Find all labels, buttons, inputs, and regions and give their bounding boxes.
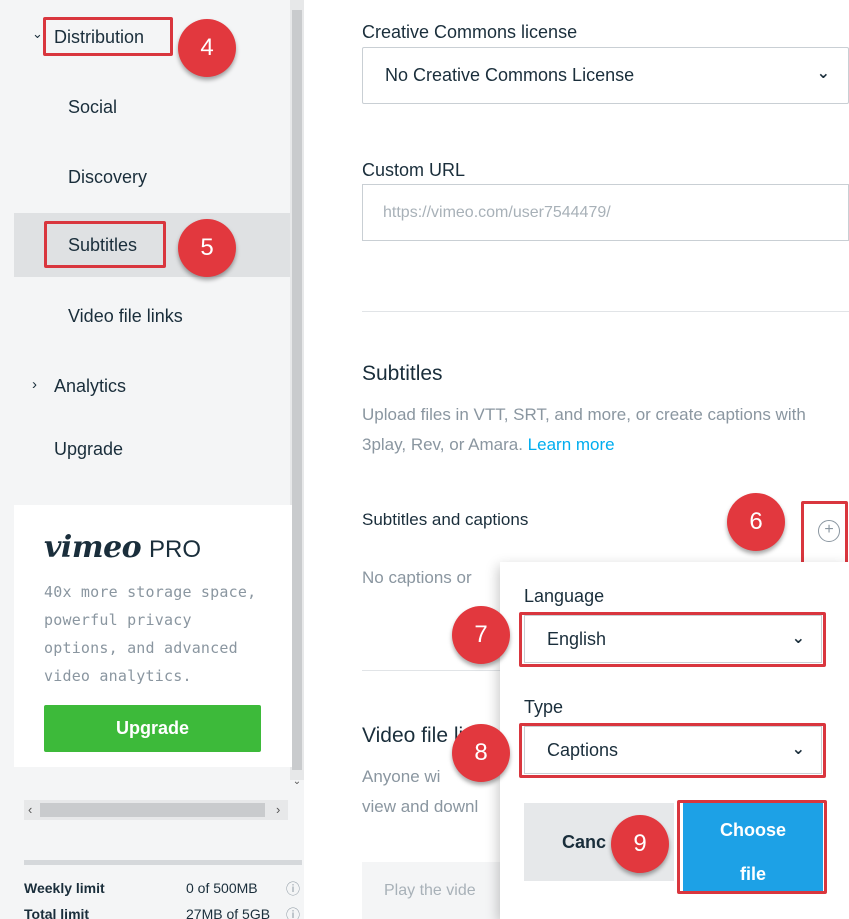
callout-badge-9: 9 bbox=[611, 815, 669, 873]
weekly-limit-value: 0 of 500MB bbox=[186, 880, 258, 896]
subtitles-captions-label: Subtitles and captions bbox=[362, 510, 529, 529]
no-captions-text: No captions or bbox=[362, 568, 472, 587]
chevron-down-icon[interactable]: ⌄ bbox=[32, 26, 43, 42]
scroll-left-arrow-icon[interactable]: ‹ bbox=[28, 800, 32, 820]
horizontal-scrollbar-thumb[interactable] bbox=[40, 803, 265, 817]
vimeo-logo: vimeo bbox=[44, 530, 142, 565]
info-icon[interactable]: ⓘ bbox=[286, 879, 300, 899]
chevron-down-icon: ⌄ bbox=[816, 65, 830, 82]
subtitles-heading: Subtitles bbox=[362, 362, 443, 385]
scroll-right-arrow-icon[interactable]: › bbox=[276, 800, 280, 820]
license-select-value: No Creative Commons License bbox=[385, 65, 635, 85]
custom-url-input[interactable] bbox=[363, 185, 848, 240]
custom-url-label: Custom URL bbox=[362, 160, 466, 180]
sidebar-item-social[interactable]: Social bbox=[68, 97, 117, 118]
scrollbar-thumb[interactable] bbox=[292, 10, 302, 770]
callout-badge-8: 8 bbox=[452, 724, 510, 782]
section-divider bbox=[362, 670, 502, 671]
info-icon[interactable]: ⓘ bbox=[286, 905, 300, 919]
learn-more-link[interactable]: Learn more bbox=[528, 435, 615, 454]
highlight-subtitles bbox=[44, 221, 166, 268]
highlight-choose-file bbox=[677, 800, 827, 894]
sidebar-item-upgrade[interactable]: Upgrade bbox=[54, 439, 123, 460]
upgrade-button[interactable]: Upgrade bbox=[44, 705, 261, 752]
language-label: Language bbox=[524, 586, 605, 606]
weekly-limit-label: Weekly limit bbox=[24, 880, 105, 896]
limits-usage-bar bbox=[24, 860, 302, 865]
license-label: Creative Commons license bbox=[362, 22, 578, 42]
custom-url-field[interactable] bbox=[362, 184, 849, 241]
license-select[interactable]: No Creative Commons License ⌄ bbox=[362, 47, 849, 104]
sidebar-item-discovery[interactable]: Discovery bbox=[68, 167, 147, 188]
subtitles-description: Upload files in VTT, SRT, and more, or c… bbox=[362, 405, 806, 454]
callout-badge-6: 6 bbox=[727, 493, 785, 551]
total-limit-label: Total limit bbox=[24, 906, 90, 919]
scroll-down-arrow-icon[interactable]: ⌄ bbox=[290, 775, 304, 789]
pro-description: 40x more storage space, powerful privacy… bbox=[44, 583, 257, 685]
callout-badge-4: 4 bbox=[178, 19, 236, 77]
chevron-right-icon[interactable]: › bbox=[32, 376, 37, 393]
highlight-add-caption bbox=[801, 501, 848, 569]
highlight-language bbox=[519, 612, 826, 667]
play-video-placeholder: Play the vide bbox=[384, 882, 476, 899]
callout-badge-7: 7 bbox=[452, 606, 510, 664]
pro-label: PRO bbox=[149, 536, 202, 563]
sidebar-item-video-file-links[interactable]: Video file links bbox=[68, 306, 183, 327]
highlight-type bbox=[519, 723, 826, 778]
highlight-distribution bbox=[43, 17, 173, 56]
type-label: Type bbox=[524, 697, 564, 717]
callout-badge-5: 5 bbox=[178, 219, 236, 277]
section-divider bbox=[362, 311, 849, 312]
video-file-links-heading: Video file li bbox=[362, 724, 464, 747]
total-limit-value: 27MB of 5GB bbox=[186, 906, 271, 919]
sidebar-item-analytics[interactable]: Analytics bbox=[54, 376, 126, 397]
play-video-field[interactable]: Play the vide bbox=[362, 862, 522, 919]
